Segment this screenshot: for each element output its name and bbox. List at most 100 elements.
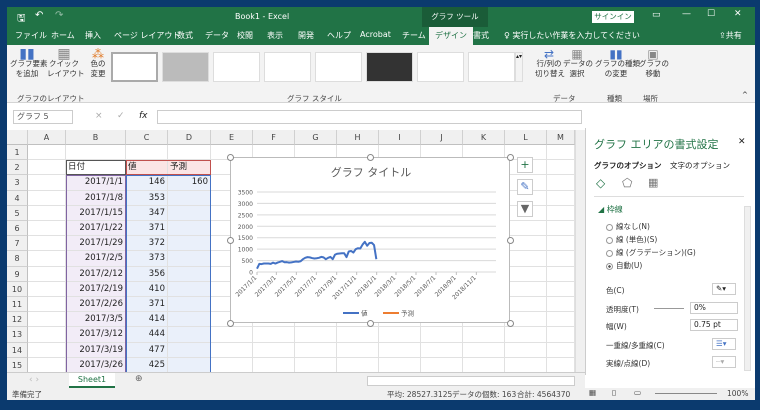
cell[interactable] — [463, 342, 505, 358]
chart-style-1[interactable] — [111, 52, 158, 82]
resize-handle[interactable] — [227, 320, 234, 327]
save-icon[interactable]: 🖫 — [17, 11, 26, 28]
column-header[interactable]: F — [253, 130, 295, 145]
move-chart-button[interactable]: ▣ グラフの 移動 — [639, 48, 669, 79]
row-header[interactable]: 9 — [7, 266, 28, 282]
enter-icon[interactable]: ✓ — [117, 111, 125, 121]
row-header[interactable]: 6 — [7, 221, 28, 237]
change-chart-type-button[interactable]: ▮▮ グラフの種類 の変更 — [595, 48, 640, 79]
column-header[interactable]: D — [168, 130, 211, 145]
cell[interactable] — [337, 327, 379, 343]
sheet-tab-sheet1[interactable]: Sheet1 — [69, 373, 115, 388]
cell[interactable] — [421, 357, 463, 373]
minimize-button[interactable]: — — [682, 9, 691, 19]
normal-view-icon[interactable]: ▦ — [589, 388, 596, 397]
column-header[interactable]: E — [211, 130, 253, 145]
cell[interactable] — [28, 160, 66, 176]
tab-view[interactable]: 表示 — [267, 30, 283, 41]
row-header[interactable]: 2 — [7, 160, 28, 176]
cell[interactable] — [505, 251, 547, 267]
chart-style-5[interactable] — [315, 52, 362, 82]
chart-style-7[interactable] — [417, 52, 464, 82]
tab-file[interactable]: ファイル — [15, 30, 47, 41]
chart-styles-brush-button[interactable]: ✎ — [517, 179, 533, 195]
cell[interactable] — [253, 357, 295, 373]
cell[interactable] — [168, 145, 211, 161]
resize-handle[interactable] — [507, 320, 514, 327]
column-header[interactable]: G — [295, 130, 337, 145]
tab-formulas[interactable]: 数式 — [177, 30, 193, 41]
cell[interactable] — [379, 342, 421, 358]
cell[interactable] — [547, 190, 575, 206]
cell[interactable] — [28, 145, 66, 161]
transparency-slider[interactable] — [654, 308, 684, 309]
radio-gradient-line[interactable]: 線 (グラデーション)(G) — [606, 247, 696, 258]
cell[interactable] — [28, 297, 66, 313]
cell[interactable] — [547, 342, 575, 358]
row-header[interactable]: 8 — [7, 251, 28, 267]
column-header[interactable]: A — [28, 130, 66, 145]
column-header[interactable]: L — [505, 130, 547, 145]
cell[interactable] — [28, 190, 66, 206]
cell[interactable] — [211, 342, 253, 358]
cell[interactable] — [463, 357, 505, 373]
cell[interactable] — [28, 281, 66, 297]
change-colors-button[interactable]: ⁂ 色の 変更 — [87, 48, 109, 79]
tab-design[interactable]: デザイン — [429, 27, 473, 45]
tab-team[interactable]: チーム — [402, 30, 426, 41]
collapse-ribbon-icon[interactable]: ^ — [742, 91, 748, 99]
cell[interactable] — [295, 357, 337, 373]
column-header[interactable]: C — [126, 130, 168, 145]
tab-developer[interactable]: 開発 — [298, 30, 314, 41]
cell[interactable] — [547, 251, 575, 267]
zoom-slider[interactable] — [655, 393, 717, 394]
cell[interactable] — [547, 205, 575, 221]
row-header[interactable]: 11 — [7, 297, 28, 313]
cell[interactable] — [28, 342, 66, 358]
cell[interactable] — [295, 342, 337, 358]
cell[interactable] — [547, 175, 575, 191]
cancel-icon[interactable]: × — [95, 111, 103, 121]
chart-style-4[interactable] — [264, 52, 311, 82]
tab-review[interactable]: 校閲 — [237, 30, 253, 41]
cell[interactable] — [28, 221, 66, 237]
chart-filter-button[interactable]: ▼ — [517, 201, 533, 217]
cell[interactable] — [547, 357, 575, 373]
undo-icon[interactable]: ↶ — [35, 10, 43, 21]
page-break-view-icon[interactable]: ▭ — [634, 388, 641, 397]
zoom-level[interactable]: 100% — [727, 389, 748, 398]
quick-layout-button[interactable]: ▦ クイック レイアウト — [47, 47, 85, 79]
cell[interactable] — [547, 327, 575, 343]
resize-handle[interactable] — [367, 320, 374, 327]
pane-scrollbar[interactable] — [744, 206, 751, 371]
column-header[interactable]: H — [337, 130, 379, 145]
cell[interactable] — [505, 281, 547, 297]
compound-type-dropdown[interactable]: ☰▾ — [712, 338, 736, 350]
cell[interactable] — [28, 251, 66, 267]
select-data-button[interactable]: ▦ データの 選択 — [563, 48, 593, 79]
cell[interactable] — [505, 297, 547, 313]
cell[interactable] — [505, 221, 547, 237]
cell[interactable] — [421, 342, 463, 358]
share-button[interactable]: ⇪共有 — [719, 30, 742, 41]
resize-handle[interactable] — [227, 237, 234, 244]
row-header[interactable]: 10 — [7, 281, 28, 297]
tab-page-layout[interactable]: ページ レイアウト — [114, 30, 180, 41]
row-header[interactable]: 12 — [7, 312, 28, 328]
new-sheet-button[interactable]: ⊕ — [135, 374, 143, 384]
cell[interactable] — [253, 327, 295, 343]
cell[interactable] — [211, 327, 253, 343]
styles-scroll[interactable]: ▴▾ — [515, 52, 523, 82]
resize-handle[interactable] — [507, 154, 514, 161]
cell[interactable] — [66, 145, 126, 161]
resize-handle[interactable] — [367, 154, 374, 161]
tab-format[interactable]: 書式 — [473, 30, 489, 41]
sheet-nav-arrows[interactable]: ‹ › — [29, 375, 39, 385]
transparency-input[interactable]: 0% — [690, 302, 738, 314]
maximize-button[interactable]: ☐ — [707, 9, 715, 19]
row-header[interactable]: 3 — [7, 175, 28, 191]
row-header[interactable]: 14 — [7, 342, 28, 358]
cell[interactable] — [547, 281, 575, 297]
cell[interactable] — [295, 327, 337, 343]
cell[interactable] — [547, 160, 575, 176]
